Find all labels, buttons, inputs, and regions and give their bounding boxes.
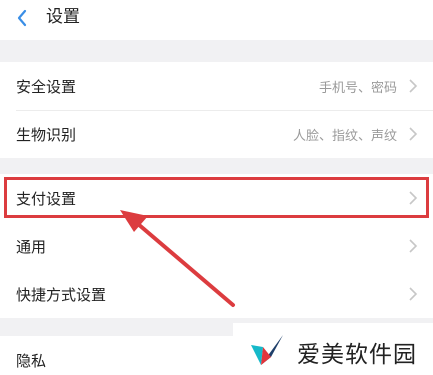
row-value: 人脸、指纹、声纹 — [292, 128, 397, 144]
chevron-right-icon — [409, 287, 418, 301]
settings-row-security[interactable]: 安全设置 手机号、密码 — [0, 62, 433, 110]
highlight-box — [4, 177, 429, 218]
chevron-right-icon — [409, 239, 418, 253]
nav-header: 设置 — [0, 0, 433, 40]
back-button[interactable] — [10, 6, 34, 30]
row-value: 手机号、密码 — [318, 80, 397, 96]
row-label: 安全设置 — [16, 77, 77, 96]
row-label: 通用 — [16, 237, 47, 256]
settings-row-biometrics[interactable]: 生物识别 人脸、指纹、声纹 — [0, 110, 433, 158]
brand-logo-icon — [251, 335, 283, 365]
watermark-logo: 爱美软件园 — [233, 323, 433, 375]
chevron-right-icon — [409, 127, 418, 141]
settings-group-security: 安全设置 手机号、密码 生物识别 人脸、指纹、声纹 — [0, 62, 433, 158]
settings-page: 设置 安全设置 手机号、密码 生物识别 人脸、指纹、声纹 支付设置 通用 快捷方… — [0, 0, 433, 375]
page-title: 设置 — [46, 7, 80, 27]
settings-row-general[interactable]: 通用 — [0, 222, 433, 270]
row-label: 快捷方式设置 — [16, 285, 107, 304]
row-label: 生物识别 — [16, 125, 77, 144]
settings-row-shortcuts[interactable]: 快捷方式设置 — [0, 270, 433, 318]
row-label: 隐私 — [16, 351, 47, 370]
watermark-text: 爱美软件园 — [297, 342, 417, 368]
chevron-left-icon — [17, 9, 27, 27]
chevron-right-icon — [409, 79, 418, 93]
